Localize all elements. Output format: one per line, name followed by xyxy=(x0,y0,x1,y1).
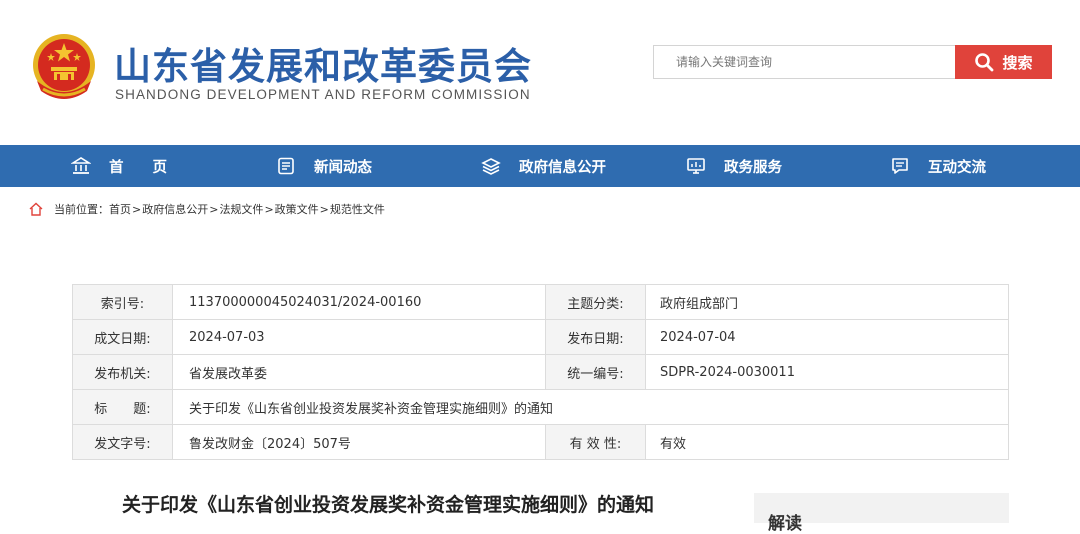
nav-label: 互动交流 xyxy=(928,159,986,176)
breadcrumb-gov-info[interactable]: 政府信息公开 xyxy=(142,201,208,217)
site-subtitle: SHANDONG DEVELOPMENT AND REFORM COMMISSI… xyxy=(115,87,531,102)
value-topic: 政府组成部门 xyxy=(645,284,1009,320)
value-doc-number: 鲁发改财金〔2024〕507号 xyxy=(172,424,546,460)
nav-item-gov-info[interactable]: 政府信息公开 xyxy=(481,145,606,187)
breadcrumb-regulations[interactable]: 法规文件 xyxy=(219,201,263,217)
breadcrumb-prefix: 当前位置： xyxy=(54,203,109,216)
label-publish-date: 发布日期: xyxy=(545,319,646,355)
value-written-date: 2024-07-03 xyxy=(172,319,546,355)
breadcrumb-home[interactable]: 首页 xyxy=(109,201,131,217)
search-button-label: 搜索 xyxy=(1002,54,1033,72)
label-title: 标 题: xyxy=(72,389,173,425)
label-written-date: 成文日期: xyxy=(72,319,173,355)
site-header: 山东省发展和改革委员会 SHANDONG DEVELOPMENT AND REF… xyxy=(0,0,1080,145)
monitor-icon xyxy=(687,158,705,174)
value-validity: 有效 xyxy=(645,424,1009,460)
breadcrumb-normative-docs[interactable]: 规范性文件 xyxy=(330,201,385,217)
label-validity: 有 效 性: xyxy=(545,424,646,460)
document-title: 关于印发《山东省创业投资发展奖补资金管理实施细则》的通知 xyxy=(122,494,655,516)
label-unified-number: 统一编号: xyxy=(545,354,646,390)
table-row: 成文日期: 2024-07-03 发布日期: 2024-07-04 xyxy=(72,319,1009,355)
value-publish-date: 2024-07-04 xyxy=(645,319,1009,355)
nav-label: 政府信息公开 xyxy=(519,159,606,176)
value-title: 关于印发《山东省创业投资发展奖补资金管理实施细则》的通知 xyxy=(172,389,1009,425)
main-nav: 首 页 新闻动态 政府信息公开 政务服务 互动交流 xyxy=(0,145,1080,187)
site-title: 山东省发展和改革委员会 xyxy=(114,45,532,88)
label-topic: 主题分类: xyxy=(545,284,646,320)
nav-item-interaction[interactable]: 互动交流 xyxy=(890,145,986,187)
search-input[interactable] xyxy=(653,45,955,79)
national-emblem-icon[interactable] xyxy=(29,31,99,103)
value-index-number: 113700000045024031/2024-00160 xyxy=(172,284,546,320)
nav-label: 新闻动态 xyxy=(314,159,372,176)
nav-item-services[interactable]: 政务服务 xyxy=(686,145,782,187)
label-doc-number: 发文字号: xyxy=(72,424,173,460)
breadcrumb-separator: > xyxy=(264,202,274,216)
value-unified-number: SDPR-2024-0030011 xyxy=(645,354,1009,390)
label-issuer: 发布机关: xyxy=(72,354,173,390)
document-info-table: 索引号: 113700000045024031/2024-00160 主题分类:… xyxy=(72,284,1009,460)
value-issuer: 省发展改革委 xyxy=(172,354,546,390)
breadcrumb-separator: > xyxy=(132,202,142,216)
news-icon xyxy=(278,157,294,175)
nav-item-news[interactable]: 新闻动态 xyxy=(276,145,372,187)
layers-icon xyxy=(481,158,501,175)
table-row: 索引号: 113700000045024031/2024-00160 主题分类:… xyxy=(72,284,1009,320)
breadcrumb-policy-docs[interactable]: 政策文件 xyxy=(275,201,319,217)
search-button[interactable]: 搜索 xyxy=(955,45,1052,79)
chat-icon xyxy=(892,158,908,174)
nav-item-home[interactable]: 首 页 xyxy=(71,145,167,187)
breadcrumb: 当前位置： 首页 > 政府信息公开 > 法规文件 > 政策文件 > 规范性文件 xyxy=(28,201,385,217)
home-outline-icon xyxy=(29,202,43,216)
breadcrumb-separator: > xyxy=(209,202,219,216)
table-row: 发文字号: 鲁发改财金〔2024〕507号 有 效 性: 有效 xyxy=(72,424,1009,460)
table-row: 发布机关: 省发展改革委 统一编号: SDPR-2024-0030011 xyxy=(72,354,1009,390)
label-index-number: 索引号: xyxy=(72,284,173,320)
interpretation-title: 解读 xyxy=(768,514,802,534)
breadcrumb-separator: > xyxy=(319,202,329,216)
nav-label: 首 页 xyxy=(109,159,167,176)
nav-label: 政务服务 xyxy=(724,159,782,176)
search-icon xyxy=(975,53,994,72)
table-row: 标 题: 关于印发《山东省创业投资发展奖补资金管理实施细则》的通知 xyxy=(72,389,1009,425)
home-icon xyxy=(71,157,91,174)
